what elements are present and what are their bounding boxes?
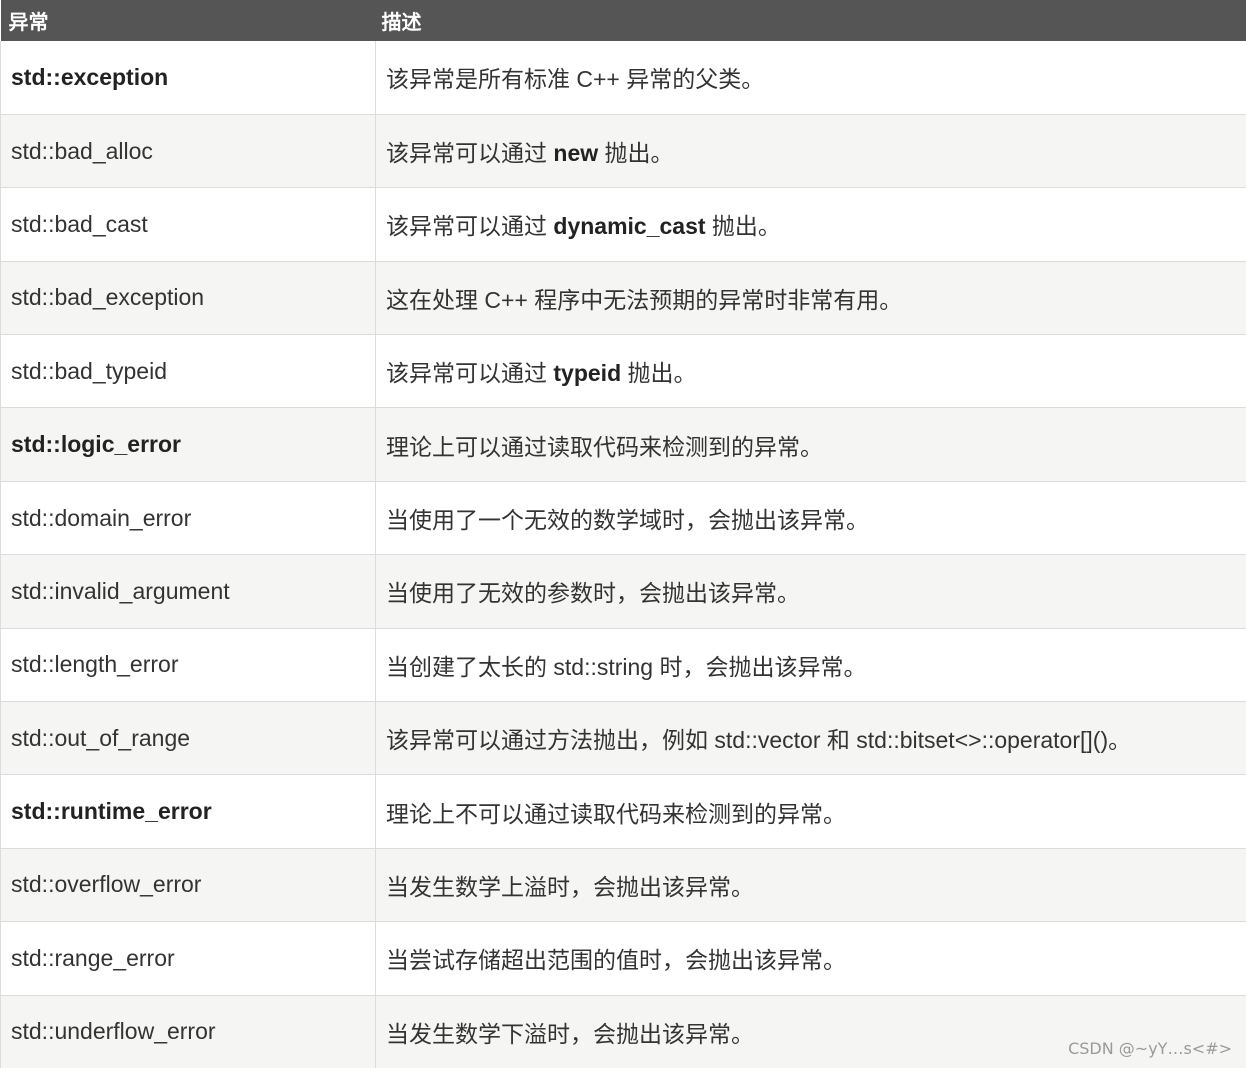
description-keyword: typeid [553, 360, 622, 387]
table-row: std::out_of_range 该异常可以通过方法抛出，例如 std::vec… [0, 701, 1246, 776]
description-cell: 理论上不可以通过读取代码来检测到的异常。 [375, 774, 1246, 849]
table-row: std::bad_exception 这在处理 C++ 程序中无法预期的异常时非常… [0, 261, 1246, 336]
table-row: std::bad_alloc 该异常可以通过 new 抛出。 [0, 114, 1246, 189]
description-cell: 该异常可以通过 new 抛出。 [375, 114, 1246, 189]
description-text: 当创建了太长的 std::string 时，会抛出该异常。 [386, 653, 867, 680]
description-text: 该异常可以通过方法抛出，例如 std::vector 和 std::bitset… [386, 727, 1132, 754]
exception-name-cell: std::range_error [0, 921, 376, 996]
description-cell: 该异常是所有标准 C++ 异常的父类。 [375, 41, 1246, 115]
table-row: std::runtime_error 理论上不可以通过读取代码来检测到的异常。 [0, 774, 1246, 849]
description-cell: 当使用了一个无效的数学域时，会抛出该异常。 [375, 481, 1246, 556]
csdn-watermark: CSDN @~yY…s<#> [1068, 1039, 1232, 1058]
exception-name-cell: std::invalid_argument [0, 554, 376, 629]
description-cell: 当发生数学上溢时，会抛出该异常。 [375, 848, 1246, 923]
exception-name-cell: std::length_error [0, 628, 376, 703]
description-keyword: new [553, 140, 599, 167]
description-text: 当发生数学上溢时，会抛出该异常。 [386, 873, 754, 900]
description-keyword: dynamic_cast [553, 213, 706, 240]
description-text: 该异常可以通过 [386, 140, 554, 167]
table-body: std::exception 该异常是所有标准 C++ 异常的父类。std::ba… [0, 41, 1246, 1068]
description-text: 当尝试存储超出范围的值时，会抛出该异常。 [386, 947, 846, 974]
exception-name-cell: std::exception [0, 41, 376, 115]
exception-name-cell: std::bad_alloc [0, 114, 376, 189]
header-exception: 异常 [0, 0, 376, 41]
description-text: 理论上可以通过读取代码来检测到的异常。 [386, 433, 823, 460]
table-row: std::bad_typeid 该异常可以通过 typeid 抛出。 [0, 334, 1246, 409]
exception-name-cell: std::overflow_error [0, 848, 376, 923]
description-cell: 理论上可以通过读取代码来检测到的异常。 [375, 407, 1246, 482]
description-text: 该异常可以通过 [386, 213, 554, 240]
table-row: std::overflow_error 当发生数学上溢时，会抛出该异常。 [0, 848, 1246, 923]
description-cell: 这在处理 C++ 程序中无法预期的异常时非常有用。 [375, 261, 1246, 336]
description-cell: 该异常可以通过 typeid 抛出。 [375, 334, 1246, 409]
table-header-row: 异常 描述 [0, 0, 1246, 41]
description-cell: 当使用了无效的参数时，会抛出该异常。 [375, 554, 1246, 629]
exception-name-cell: std::out_of_range [0, 701, 376, 776]
description-text: 抛出。 [598, 140, 674, 167]
table-row: std::exception 该异常是所有标准 C++ 异常的父类。 [0, 41, 1246, 115]
table-row: std::underflow_error 当发生数学下溢时，会抛出该异常。 [0, 995, 1246, 1068]
table-row: std::length_error 当创建了太长的 std::string 时，会… [0, 628, 1246, 703]
description-cell: 该异常可以通过方法抛出，例如 std::vector 和 std::bitset… [375, 701, 1246, 776]
exception-table: 异常 描述 std::exception 该异常是所有标准 C++ 异常的父类。 s… [0, 0, 1246, 1068]
table-row: std::bad_cast 该异常可以通过 dynamic_cast 抛出。 [0, 187, 1246, 262]
description-text: 该异常是所有标准 C++ 异常的父类。 [386, 66, 765, 93]
table-row: std::invalid_argument 当使用了无效的参数时，会抛出该异常。 [0, 554, 1246, 629]
exception-name-cell: std::runtime_error [0, 774, 376, 849]
description-text: 当发生数学下溢时，会抛出该异常。 [386, 1020, 754, 1047]
table-row: std::domain_error 当使用了一个无效的数学域时，会抛出该异常。 [0, 481, 1246, 556]
description-text: 当使用了无效的参数时，会抛出该异常。 [386, 580, 800, 607]
description-text: 抛出。 [705, 213, 781, 240]
exception-name-cell: std::domain_error [0, 481, 376, 556]
table-row: std::logic_error 理论上可以通过读取代码来检测到的异常。 [0, 407, 1246, 482]
description-cell: 当创建了太长的 std::string 时，会抛出该异常。 [375, 628, 1246, 703]
header-description: 描述 [375, 0, 1246, 41]
description-text: 该异常可以通过 [386, 360, 554, 387]
exception-name-cell: std::logic_error [0, 407, 376, 482]
description-text: 当使用了一个无效的数学域时，会抛出该异常。 [386, 507, 869, 534]
exception-name-cell: std::bad_exception [0, 261, 376, 336]
table-row: std::range_error 当尝试存储超出范围的值时，会抛出该异常。 [0, 921, 1246, 996]
description-text: 抛出。 [621, 360, 697, 387]
description-cell: 该异常可以通过 dynamic_cast 抛出。 [375, 187, 1246, 262]
description-text: 理论上不可以通过读取代码来检测到的异常。 [386, 800, 846, 827]
exception-name-cell: std::bad_typeid [0, 334, 376, 409]
exception-name-cell: std::underflow_error [0, 995, 376, 1068]
description-text: 这在处理 C++ 程序中无法预期的异常时非常有用。 [386, 286, 903, 313]
exception-name-cell: std::bad_cast [0, 187, 376, 262]
description-cell: 当尝试存储超出范围的值时，会抛出该异常。 [375, 921, 1246, 996]
